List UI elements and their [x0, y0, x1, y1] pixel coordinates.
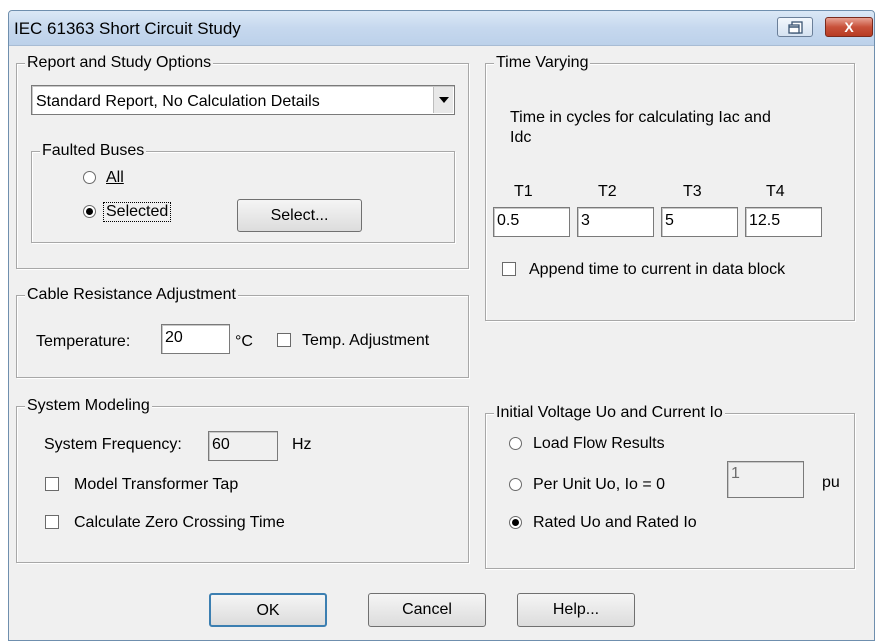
window-title: IEC 61363 Short Circuit Study: [14, 19, 241, 38]
temperature-unit: °C: [235, 333, 253, 350]
temperature-input[interactable]: 20: [161, 324, 230, 354]
t2-input[interactable]: 3: [577, 207, 654, 237]
title-bar[interactable]: IEC 61363 Short Circuit Study X: [9, 11, 874, 46]
model-transformer-tap-label: Model Transformer Tap: [74, 476, 239, 493]
report-type-value: Standard Report, No Calculation Details: [36, 93, 320, 110]
t2-label: T2: [598, 183, 617, 200]
radio-rated-label: Rated Uo and Rated Io: [533, 514, 697, 531]
temp-adjustment-label: Temp. Adjustment: [302, 332, 430, 349]
restore-icon: [788, 21, 803, 34]
time-varying-description-line1: Time in cycles for calculating Iac and: [510, 109, 771, 126]
zero-crossing-label: Calculate Zero Crossing Time: [74, 514, 285, 531]
radio-all-label: All: [106, 169, 124, 186]
time-varying-group: Time Varying: [485, 53, 855, 321]
close-button[interactable]: X: [825, 17, 873, 37]
system-modeling-legend: System Modeling: [25, 396, 152, 416]
temperature-label: Temperature:: [36, 333, 131, 350]
radio-load-flow[interactable]: [509, 437, 522, 450]
radio-selected-buses[interactable]: [83, 205, 96, 218]
initial-voltage-legend: Initial Voltage Uo and Current Io: [494, 403, 725, 423]
radio-per-unit[interactable]: [509, 478, 522, 491]
time-varying-description-line2: Idc: [510, 129, 532, 146]
report-type-dropdown[interactable]: Standard Report, No Calculation Details: [31, 85, 455, 115]
system-frequency-input[interactable]: 60: [208, 431, 278, 461]
ok-button[interactable]: OK: [209, 593, 327, 627]
radio-load-flow-label: Load Flow Results: [533, 435, 665, 452]
dropdown-arrow-button[interactable]: [433, 87, 453, 113]
chevron-down-icon: [439, 97, 449, 103]
t4-label: T4: [766, 183, 785, 200]
zero-crossing-checkbox[interactable]: [45, 515, 59, 529]
t1-label: T1: [514, 183, 533, 200]
dialog-window: IEC 61363 Short Circuit Study X Report a…: [8, 10, 875, 641]
radio-rated[interactable]: [509, 516, 522, 529]
system-frequency-unit: Hz: [292, 436, 312, 453]
append-time-checkbox[interactable]: [502, 262, 516, 276]
cable-resistance-legend: Cable Resistance Adjustment: [25, 285, 238, 305]
temp-adjustment-checkbox[interactable]: [277, 333, 291, 347]
per-unit-unit: pu: [822, 474, 840, 491]
radio-all-buses[interactable]: [83, 171, 96, 184]
time-varying-legend: Time Varying: [494, 53, 591, 73]
help-button[interactable]: Help...: [517, 593, 635, 627]
restore-button[interactable]: [777, 17, 813, 37]
select-buses-button[interactable]: Select...: [237, 199, 362, 232]
system-frequency-label: System Frequency:: [44, 436, 182, 453]
model-transformer-tap-checkbox[interactable]: [45, 477, 59, 491]
close-icon: X: [844, 19, 854, 35]
append-time-label: Append time to current in data block: [529, 261, 786, 278]
radio-selected-label: Selected: [103, 202, 172, 222]
per-unit-input[interactable]: 1: [727, 461, 804, 498]
faulted-buses-legend: Faulted Buses: [40, 141, 147, 161]
t1-input[interactable]: 0.5: [493, 207, 570, 237]
t4-input[interactable]: 12.5: [745, 207, 822, 237]
report-options-legend: Report and Study Options: [25, 53, 214, 73]
t3-label: T3: [683, 183, 702, 200]
radio-per-unit-label: Per Unit Uo, Io = 0: [533, 476, 666, 493]
cancel-button[interactable]: Cancel: [368, 593, 486, 627]
t3-input[interactable]: 5: [661, 207, 738, 237]
